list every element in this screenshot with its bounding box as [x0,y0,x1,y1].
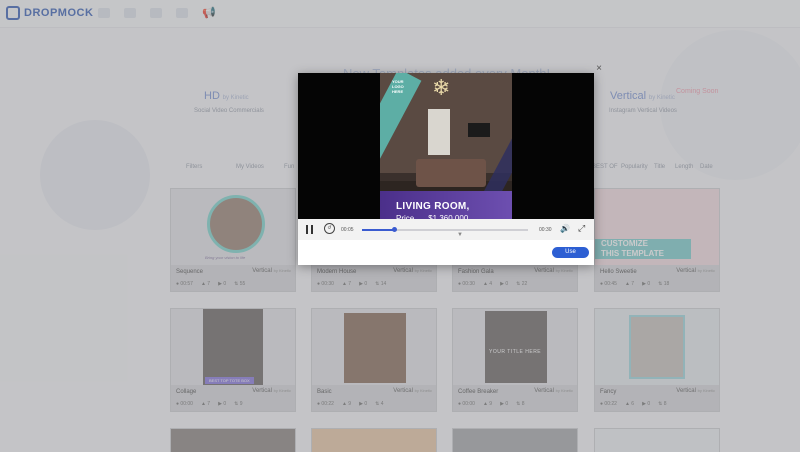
room-sofa [416,159,486,187]
progress-handle[interactable] [391,227,397,232]
progress-fill [362,229,394,231]
video-preview-modal: ❄ YOUR LOGO HERE LIVING ROOM, Price$1,36… [298,73,594,265]
current-time: 00:05 [341,227,354,233]
close-icon[interactable]: × [594,64,604,74]
video-controls: ↺ 00:05 00:30 🔊 ⤢ [298,219,594,240]
video-logo-placeholder: YOUR LOGO HERE [392,79,404,94]
hover-marker-icon: ▼ [457,232,463,238]
volume-icon[interactable]: 🔊 [560,224,570,233]
use-button[interactable]: Use [552,247,589,258]
video-frame: ❄ YOUR LOGO HERE LIVING ROOM, Price$1,36… [380,73,512,223]
room-window [428,109,450,155]
fullscreen-icon[interactable]: ⤢ [578,223,585,234]
chandelier-icon: ❄ [432,75,451,100]
rewind-icon[interactable]: ↺ [324,223,335,234]
video-heading: LIVING ROOM, [396,201,470,212]
video-player[interactable]: ❄ YOUR LOGO HERE LIVING ROOM, Price$1,36… [298,73,594,240]
room-tv [468,123,490,137]
progress-bar[interactable] [362,227,528,232]
pause-icon[interactable] [306,225,313,234]
end-time: 00:30 [539,227,552,233]
